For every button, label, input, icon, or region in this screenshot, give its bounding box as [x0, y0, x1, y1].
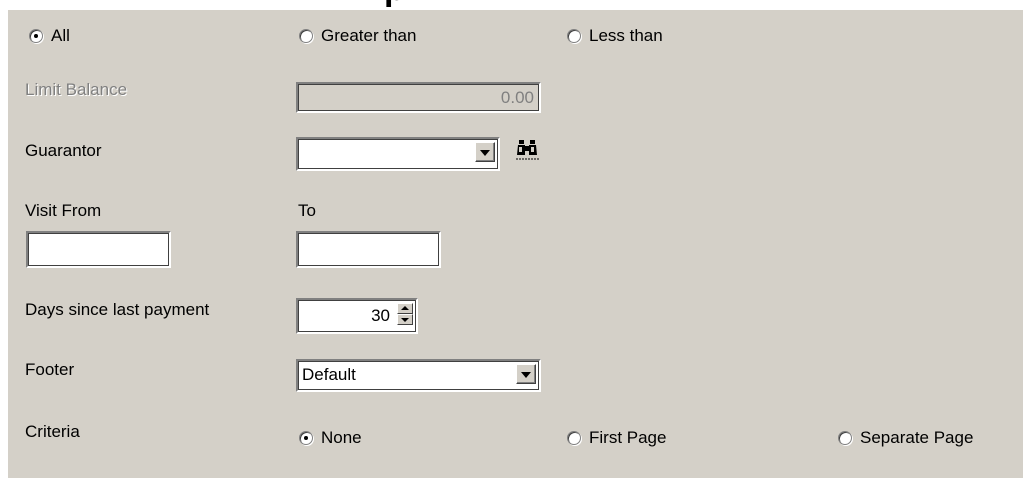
- radio-circle: [838, 431, 852, 445]
- spin-up-button[interactable]: [397, 303, 413, 314]
- chevron-down-icon: [521, 372, 531, 378]
- radio-criteria-separate-page[interactable]: Separate Page: [838, 428, 973, 448]
- radio-circle: [299, 431, 313, 445]
- report-title-fragment: p: [384, 0, 405, 6]
- radio-less-than[interactable]: Less than: [567, 26, 663, 46]
- limit-balance-label: Limit Balance: [25, 80, 128, 99]
- chevron-down-icon: [480, 150, 490, 156]
- limit-balance-value: 0.00: [500, 88, 534, 107]
- radio-all[interactable]: All: [29, 26, 70, 46]
- footer-label: Footer: [25, 360, 75, 379]
- radio-criteria-separate-page-label: Separate Page: [860, 428, 974, 447]
- days-since-payment-stepper[interactable]: 30: [296, 298, 418, 334]
- radio-less-than-label: Less than: [589, 26, 663, 45]
- visit-from-label: Visit From: [25, 201, 102, 220]
- radio-all-label: All: [51, 26, 70, 45]
- radio-criteria-none-label: None: [321, 428, 362, 447]
- radio-criteria-first-page[interactable]: First Page: [567, 428, 666, 448]
- radio-greater-than[interactable]: Greater than: [299, 26, 416, 46]
- guarantor-dropdown-button[interactable]: [475, 142, 495, 162]
- radio-criteria-first-page-label: First Page: [589, 428, 667, 447]
- radio-circle: [567, 29, 581, 43]
- arrow-down-icon: [401, 318, 409, 322]
- title-strip: p: [0, 0, 1023, 10]
- radio-criteria-none[interactable]: None: [299, 428, 362, 448]
- days-since-payment-label: Days since last payment: [25, 300, 210, 319]
- visit-from-input[interactable]: [26, 231, 171, 268]
- radio-circle: [29, 29, 43, 43]
- footer-select[interactable]: Default: [296, 359, 541, 392]
- guarantor-combobox[interactable]: [296, 137, 500, 171]
- footer-dropdown-button[interactable]: [516, 364, 536, 384]
- visit-to-input[interactable]: [296, 231, 441, 268]
- spin-buttons[interactable]: [397, 303, 413, 325]
- footer-value: Default: [302, 365, 356, 384]
- visit-to-label: To: [298, 201, 316, 220]
- limit-balance-field: 0.00: [296, 82, 541, 113]
- arrow-up-icon: [401, 306, 409, 310]
- binoculars-icon[interactable]: [516, 139, 540, 161]
- radio-greater-than-label: Greater than: [321, 26, 417, 45]
- days-since-payment-value: 30: [371, 306, 390, 325]
- spin-down-button[interactable]: [397, 314, 413, 325]
- guarantor-label: Guarantor: [25, 141, 102, 160]
- radio-circle: [567, 431, 581, 445]
- radio-circle: [299, 29, 313, 43]
- criteria-label: Criteria: [25, 422, 80, 441]
